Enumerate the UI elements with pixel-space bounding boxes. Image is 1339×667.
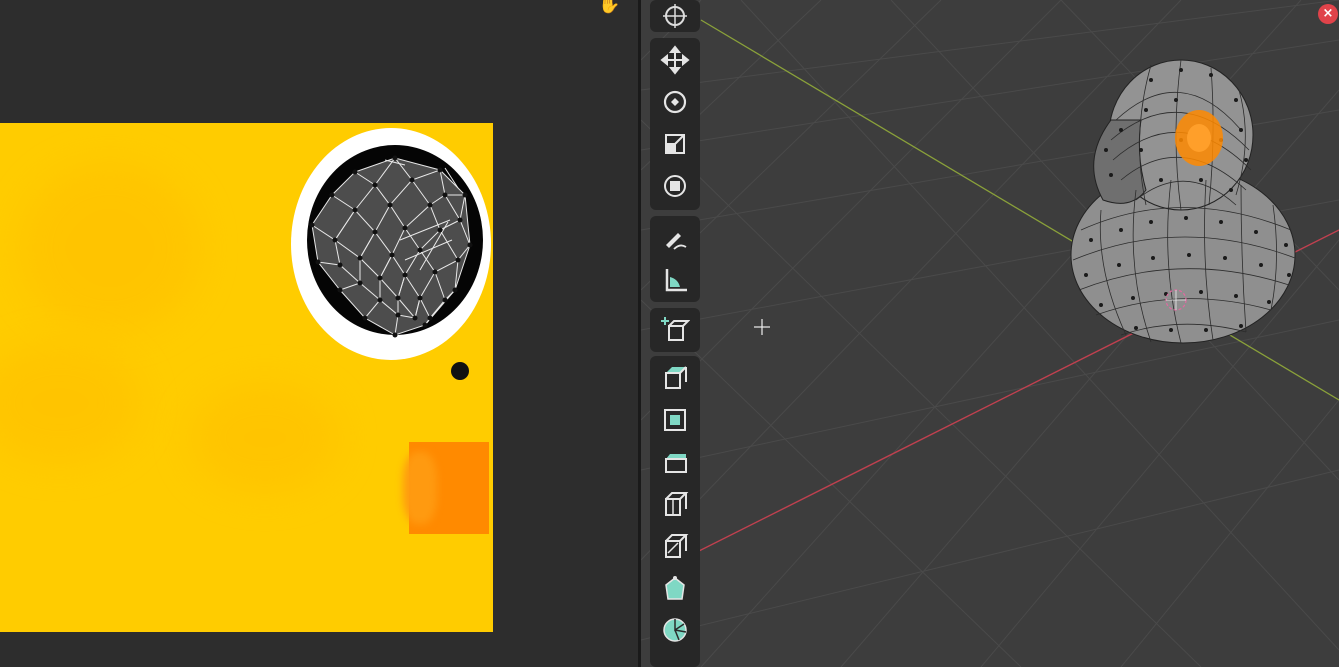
loop-cut-icon[interactable] xyxy=(652,484,698,524)
duck-mesh[interactable] xyxy=(1070,59,1296,344)
uv-mesh-island[interactable] xyxy=(0,0,638,667)
annotate-icon[interactable] xyxy=(652,218,698,258)
tool-group-annotate xyxy=(650,216,700,302)
cursor-icon[interactable] xyxy=(652,0,698,36)
tool-group-edit xyxy=(650,356,700,667)
knife-icon[interactable] xyxy=(652,526,698,566)
hand-icon[interactable]: ✋ xyxy=(598,0,620,14)
viewport-grid xyxy=(641,0,1339,667)
spin-icon[interactable] xyxy=(652,610,698,650)
tool-group-cursor xyxy=(650,0,700,32)
tool-group-transform xyxy=(650,38,700,210)
inset-icon[interactable] xyxy=(652,400,698,440)
poly-build-icon[interactable] xyxy=(652,568,698,608)
uv-editor-area[interactable]: ✋ xyxy=(0,0,638,667)
uv-nostril-spot xyxy=(451,362,469,380)
tool-shelf xyxy=(650,0,700,667)
tool-group-add xyxy=(650,308,700,352)
add-cube-icon[interactable] xyxy=(652,310,698,350)
close-icon[interactable]: × xyxy=(1318,4,1338,24)
transform-icon[interactable] xyxy=(652,166,698,206)
scale-icon[interactable] xyxy=(652,124,698,164)
mouse-cursor-icon xyxy=(754,319,770,335)
rotate-icon[interactable] xyxy=(652,82,698,122)
3d-viewport[interactable] xyxy=(641,0,1339,667)
extrude-icon[interactable] xyxy=(652,358,698,398)
bevel-icon[interactable] xyxy=(652,442,698,482)
move-icon[interactable] xyxy=(652,40,698,80)
measure-icon[interactable] xyxy=(652,260,698,300)
uv-beak-patch xyxy=(409,442,489,534)
